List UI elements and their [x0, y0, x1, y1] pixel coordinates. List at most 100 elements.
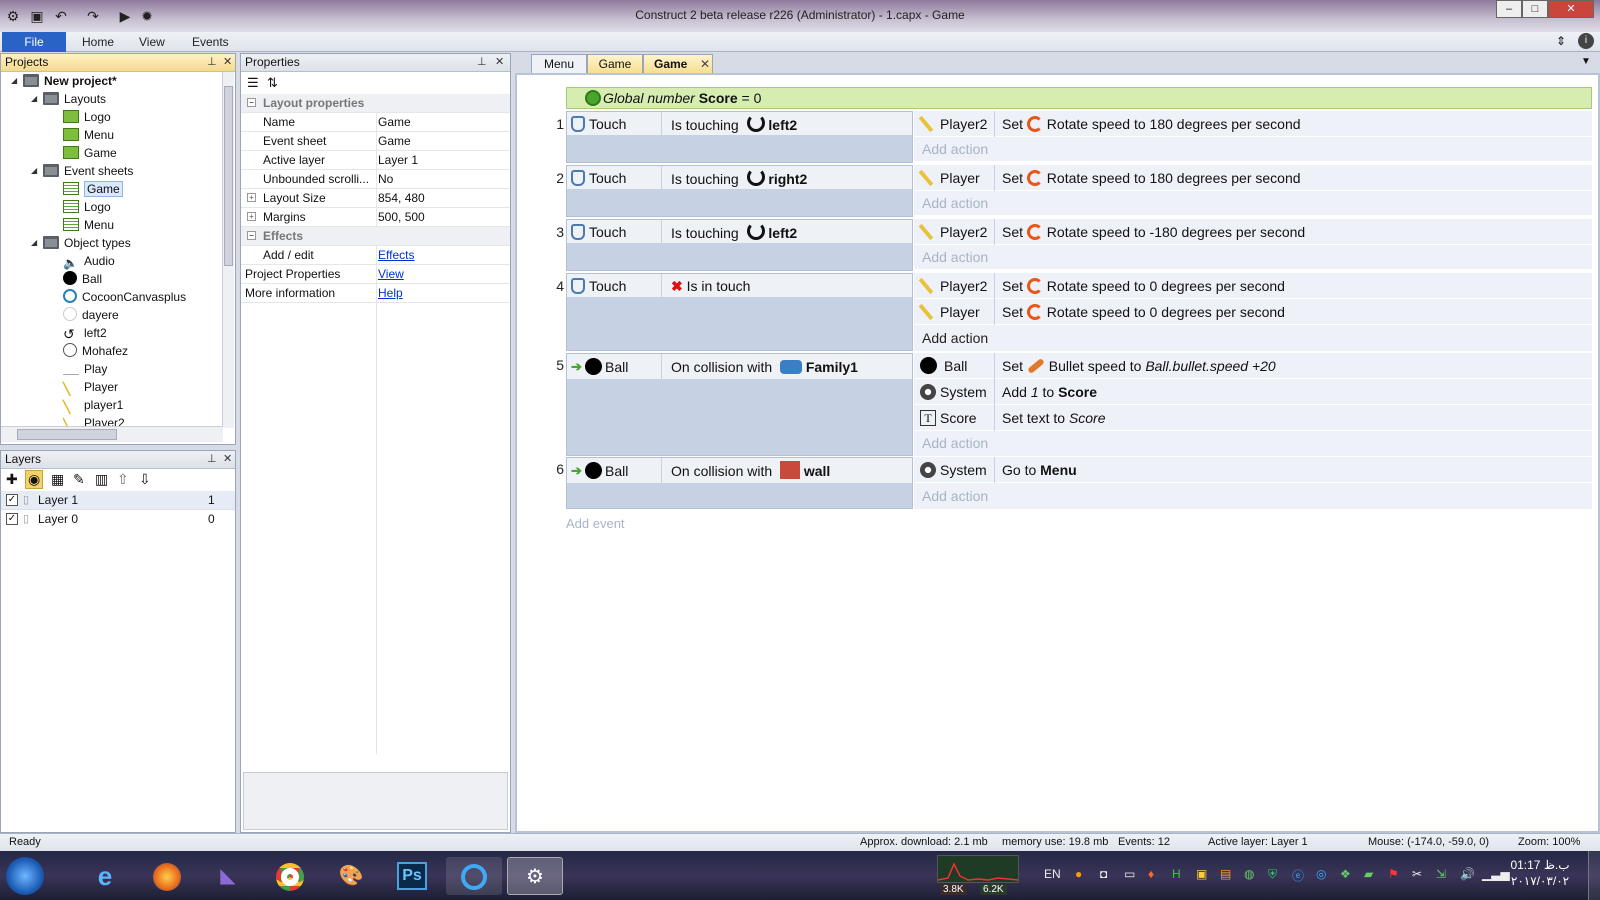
action-row[interactable]: System Add 1 to Score [914, 379, 1592, 405]
tray-e-icon[interactable]: ⓔ [1292, 867, 1304, 884]
action-row[interactable]: Player2 Set Rotate speed to 180 degrees … [914, 111, 1592, 137]
categorized-icon[interactable]: ☰ [247, 75, 259, 91]
condition-row[interactable]: Touch Is touching left2 [567, 112, 912, 136]
action-row[interactable]: T Score Set text to Score [914, 405, 1592, 431]
close-icon[interactable]: ✕ [223, 451, 232, 468]
action-row[interactable]: Ball Set Bullet speed to Ball.bullet.spe… [914, 353, 1592, 379]
action-row[interactable]: Player2 Set Rotate speed to -180 degrees… [914, 219, 1592, 245]
tray-leaf-icon[interactable]: ❖ [1340, 867, 1351, 881]
volume-icon[interactable]: 🔊 [1460, 867, 1475, 881]
event-conditions[interactable]: Touch Is touching right2 [566, 165, 913, 217]
lock-icon[interactable]: ▦ [51, 471, 64, 488]
tree-layout-item[interactable]: Game [63, 144, 117, 162]
tree-object-item[interactable]: dayere [63, 306, 119, 324]
edit-icon[interactable]: ✎ [73, 471, 85, 488]
add-action-link[interactable]: Add action [914, 483, 1592, 509]
tree-object-item[interactable]: 🔈 Audio [63, 252, 115, 270]
tree-event-sheet-item[interactable]: Menu [63, 216, 114, 234]
tray-app2-icon[interactable]: ▤ [1220, 867, 1231, 881]
prop-row[interactable]: Active layer Layer 1 [241, 151, 510, 170]
tree-root[interactable]: ◢ New project* [11, 72, 117, 90]
layer-row[interactable]: ✓ ▯ Layer 1 1 [1, 491, 235, 510]
prop-row[interactable]: Project Properties View [241, 265, 510, 284]
cocoon-app-icon[interactable] [446, 857, 502, 895]
scroll-thumb[interactable] [224, 86, 233, 266]
add-action-link[interactable]: Add action [914, 137, 1592, 161]
tab-list-dropdown-icon[interactable]: ▼ [1581, 56, 1591, 67]
pin-icon[interactable]: ⊥ [207, 451, 217, 468]
condition-row[interactable]: ➔ Ball On collision with Family1 [567, 354, 912, 380]
action-row[interactable]: Player Set Rotate speed to 180 degrees p… [914, 165, 1592, 191]
pin-icon[interactable]: ⊥ [477, 54, 487, 71]
event-conditions[interactable]: ➔ Ball On collision with Family1 [566, 353, 913, 456]
condition-row[interactable]: ➔ Ball On collision with wall [567, 458, 912, 484]
event-conditions[interactable]: Touch Is touching left2 [566, 111, 913, 163]
visibility-icon[interactable]: ◉ [25, 470, 44, 489]
paint-icon[interactable]: 🎨 [323, 857, 379, 895]
add-action-link[interactable]: Add action [914, 245, 1592, 269]
add-layer-icon[interactable]: ✚ [6, 471, 18, 488]
ribbon-collapse-icon[interactable]: ⇕ [1556, 34, 1566, 48]
tree-event-sheet-item[interactable]: Game [63, 180, 123, 198]
language-indicator[interactable]: EN [1044, 867, 1061, 881]
layer-visible-checkbox[interactable]: ✓ [6, 494, 18, 506]
tree-vscrollbar[interactable] [222, 72, 234, 428]
tree-layouts[interactable]: ◢ Layouts [31, 90, 106, 108]
close-icon[interactable]: ✕ [495, 54, 504, 71]
doc-tab-menu[interactable]: Menu [531, 54, 587, 73]
layer-visible-checkbox[interactable]: ✓ [6, 513, 18, 525]
tree-layout-item[interactable]: Menu [63, 126, 114, 144]
prop-row[interactable]: + Layout Size 854, 480 [241, 189, 510, 208]
prop-row[interactable]: Add / edit Effects [241, 246, 510, 265]
doc-tab-game-events[interactable]: Game ✕ [643, 54, 713, 73]
prop-row[interactable]: More information Help [241, 284, 510, 303]
tree-object-types[interactable]: ◢ Object types [31, 234, 131, 252]
effects-link[interactable]: Effects [378, 246, 414, 264]
minimize-button[interactable]: – [1496, 0, 1522, 18]
add-event-link[interactable]: Add event [566, 516, 625, 531]
tray-circle-icon[interactable]: ◎ [1316, 867, 1326, 881]
tray-warning-icon[interactable]: ● [1075, 867, 1082, 881]
prop-row[interactable]: + Margins 500, 500 [241, 208, 510, 227]
close-button[interactable]: ✕ [1548, 0, 1594, 18]
sort-az-icon[interactable]: ⇅ [267, 75, 278, 91]
tree-object-item[interactable]: Play [63, 360, 107, 378]
prop-row[interactable]: Name Game [241, 113, 510, 132]
system-clock[interactable]: 01:17 ب.ظ ۲۰۱۷/۰۳/۰۲ [1500, 857, 1580, 889]
firefox-icon[interactable] [139, 857, 195, 895]
event-conditions[interactable]: ➔ Ball On collision with wall [566, 457, 913, 509]
tree-event-sheets[interactable]: ◢ Event sheets [31, 162, 133, 180]
tray-app3-icon[interactable]: ◍ [1244, 867, 1254, 881]
ie-icon[interactable]: e [77, 857, 133, 895]
tree-object-item[interactable]: ↺ left2 [63, 324, 107, 342]
photoshop-icon[interactable]: Ps [384, 857, 440, 895]
add-action-link[interactable]: Add action [914, 191, 1592, 215]
condition-row[interactable]: Touch Is touching right2 [567, 166, 912, 190]
tray-bag-icon[interactable]: ◘ [1100, 867, 1107, 881]
tray-usb-icon[interactable]: ⇲ [1436, 867, 1446, 881]
tree-object-item[interactable]: Ball [63, 270, 102, 288]
help-link[interactable]: Help [378, 284, 403, 302]
prop-row[interactable]: Event sheet Game [241, 132, 510, 151]
hscroll-thumb[interactable] [17, 429, 117, 440]
global-variable-score[interactable]: Global number Score = 0 [566, 87, 1592, 109]
tab-file[interactable]: File [2, 32, 66, 52]
category-layout-properties[interactable]: − Layout properties [241, 94, 510, 113]
action-row[interactable]: Player Set Rotate speed to 0 degrees per… [914, 299, 1592, 325]
tree-object-item[interactable]: Mohafez [63, 342, 128, 360]
close-tab-icon[interactable]: ✕ [700, 55, 710, 73]
delete-icon[interactable]: ▥ [95, 471, 108, 488]
action-row[interactable]: Player2 Set Rotate speed to 0 degrees pe… [914, 273, 1592, 299]
maximize-button[interactable]: □ [1522, 0, 1548, 18]
help-icon[interactable]: i [1578, 33, 1594, 49]
event-conditions[interactable]: Touch ✖ Is in touch [566, 273, 913, 351]
add-action-link[interactable]: Add action [914, 325, 1592, 351]
tray-tools-icon[interactable]: ✂ [1412, 867, 1422, 881]
condition-row[interactable]: Touch ✖ Is in touch [567, 274, 912, 298]
tray-app-icon[interactable]: ▣ [1196, 867, 1207, 881]
tray-window-icon[interactable]: ▭ [1124, 867, 1135, 881]
tab-events[interactable]: Events [180, 32, 241, 52]
tree-object-item[interactable]: ╲ Player [63, 378, 118, 396]
tray-mic-icon[interactable]: ♦ [1148, 867, 1154, 881]
view-link[interactable]: View [378, 265, 404, 283]
